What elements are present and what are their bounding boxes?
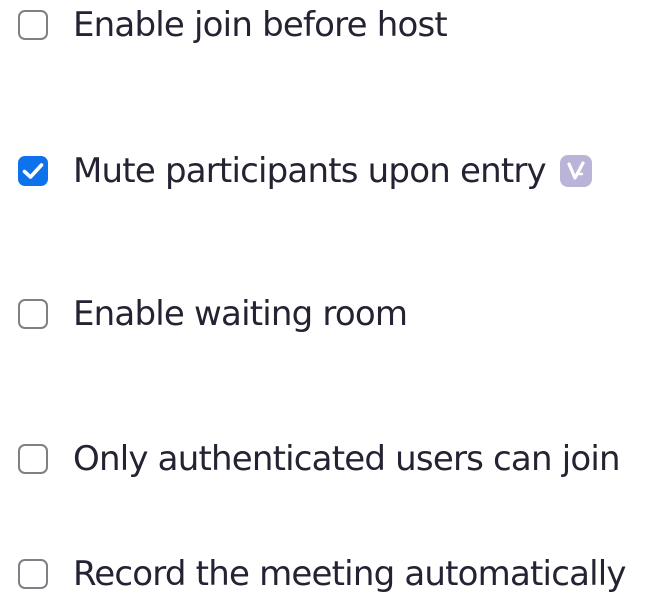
option-authenticated-users[interactable]: Only authenticated users can join <box>18 434 621 484</box>
option-record-automatically[interactable]: Record the meeting automatically <box>18 549 627 599</box>
option-join-before-host[interactable]: Enable join before host <box>18 0 448 50</box>
checkbox-mute-upon-entry[interactable] <box>18 156 48 186</box>
option-label: Only authenticated users can join <box>73 439 621 479</box>
option-label: Enable join before host <box>73 5 448 45</box>
option-label: Mute participants upon entry <box>73 151 547 191</box>
verified-badge-icon <box>559 155 592 187</box>
option-label: Enable waiting room <box>73 294 408 334</box>
checkbox-waiting-room[interactable] <box>18 299 48 329</box>
checkbox-record-automatically[interactable] <box>18 559 48 589</box>
checkmark-icon <box>22 163 44 179</box>
checkbox-join-before-host[interactable] <box>18 10 48 40</box>
option-label: Record the meeting automatically <box>73 554 627 594</box>
option-waiting-room[interactable]: Enable waiting room <box>18 289 408 339</box>
option-mute-upon-entry[interactable]: Mute participants upon entry <box>18 146 592 196</box>
checkbox-authenticated-users[interactable] <box>18 444 48 474</box>
